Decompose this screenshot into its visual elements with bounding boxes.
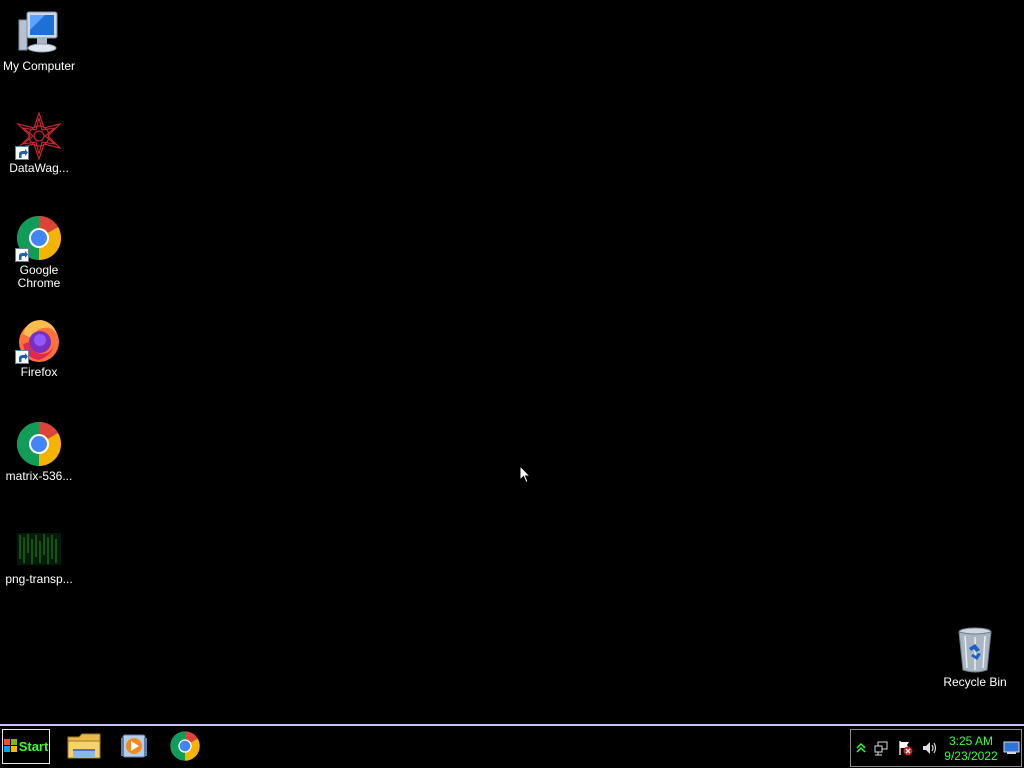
chrome-icon [15, 420, 63, 468]
start-label: Start [18, 739, 49, 754]
desktop-icon-datawag[interactable]: DataWag... [0, 111, 78, 175]
shortcut-arrow-icon [15, 248, 29, 262]
start-button[interactable]: Start [2, 729, 50, 764]
mouse-cursor-icon [519, 464, 532, 489]
shortcut-arrow-icon [15, 146, 29, 160]
clock[interactable]: 3:25 AM 9/23/2022 [943, 734, 999, 764]
action-center-flag-icon[interactable] [897, 740, 913, 756]
media-player-icon [119, 731, 149, 766]
desktop-icon-matrix[interactable]: matrix-536... [0, 420, 78, 483]
desktop-icon-label: My Computer [2, 59, 76, 73]
show-hidden-icons-icon[interactable] [853, 740, 869, 756]
taskbar-app-media-player[interactable] [116, 731, 152, 765]
volume-icon[interactable] [921, 740, 937, 756]
network-icon[interactable] [873, 740, 889, 756]
show-desktop-icon[interactable] [1003, 741, 1020, 757]
desktop-icon-my-computer[interactable]: My Computer [0, 10, 78, 73]
firefox-icon [15, 316, 63, 364]
chrome-icon [15, 214, 63, 262]
desktop-icon-label: Firefox [20, 365, 58, 379]
clock-date: 9/23/2022 [944, 749, 998, 763]
desktop-icon-recycle-bin[interactable]: Recycle Bin [936, 626, 1014, 689]
windows-logo-icon [3, 738, 17, 755]
desktop-icon-google-chrome[interactable]: Google Chrome [0, 214, 78, 290]
desktop-icon-label: DataWag... [9, 161, 69, 175]
shortcut-arrow-icon [15, 350, 29, 364]
desktop-icon-label: Recycle Bin [943, 675, 1007, 689]
chrome-icon [169, 730, 201, 767]
taskbar-app-file-explorer[interactable] [66, 731, 102, 765]
clock-time: 3:25 AM [948, 734, 994, 748]
computer-icon [15, 10, 63, 58]
desktop-icon-label: Google Chrome [17, 263, 61, 290]
desktop-icon-firefox[interactable]: Firefox [0, 316, 78, 379]
system-tray: 3:25 AM 9/23/2022 [850, 729, 1022, 767]
desktop-icon-png-transp[interactable]: png-transp... [0, 523, 78, 586]
matrix-image-icon [15, 523, 63, 571]
desktop-icon-label: png-transp... [5, 572, 73, 586]
recycle-bin-icon [951, 626, 999, 674]
desktop-icon-label: matrix-536... [5, 469, 73, 483]
taskbar-app-chrome[interactable] [167, 731, 203, 765]
taskbar: Start 3:25 AM 9/23/2022 [0, 724, 1024, 768]
desktop: My Computer DataWag... Google Chrome Fir… [0, 0, 1024, 724]
folder-icon [67, 731, 101, 766]
datawag-icon [15, 111, 63, 161]
